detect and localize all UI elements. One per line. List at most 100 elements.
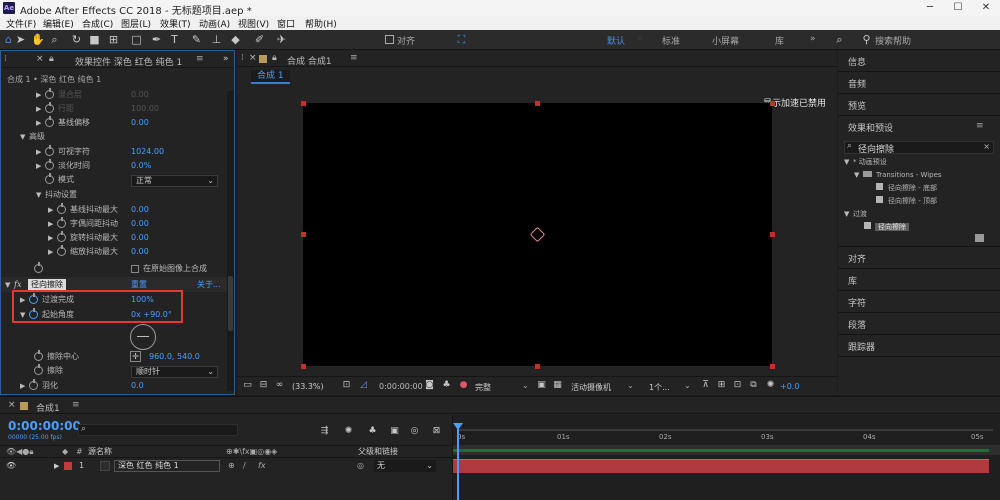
selection-tool-icon[interactable]: ➤	[14, 33, 27, 46]
tree-item-preset[interactable]: 径向擦除 - 底部	[876, 181, 937, 195]
close-tab-icon[interactable]: ×	[8, 400, 16, 410]
stopwatch-icon[interactable]	[45, 102, 54, 113]
property-row[interactable]: ▶ 字偶间距抖动	[36, 217, 118, 231]
property-value[interactable]: 0.00	[131, 203, 149, 217]
menu-help[interactable]: 帮助(H)	[305, 17, 337, 30]
fx-icon[interactable]: fx	[14, 280, 21, 289]
source-name-header[interactable]: 源名称	[88, 446, 112, 458]
layer-switch-icon[interactable]: /	[243, 459, 246, 473]
composition-tab[interactable]: 合成 合成1	[287, 54, 332, 67]
align-checkbox[interactable]	[385, 35, 394, 44]
property-row-feather[interactable]: ▶ 羽化	[20, 379, 58, 393]
parent-dropdown[interactable]: 无 ⌄	[374, 460, 436, 472]
composite-stopwatch[interactable]	[34, 262, 47, 276]
panel-character[interactable]: 字符	[848, 296, 866, 309]
expand-triangle-icon[interactable]: ▶	[54, 459, 59, 473]
stopwatch-icon[interactable]	[29, 379, 38, 390]
panel-paragraph[interactable]: 段落	[848, 318, 866, 331]
panel-menu-icon[interactable]: ≡	[196, 54, 204, 64]
panel-align[interactable]: 对齐	[848, 252, 866, 265]
work-area-bar[interactable]	[453, 449, 989, 452]
flowchart-icon[interactable]: ⧉	[747, 379, 760, 392]
comp-flowchart-tab[interactable]: 合成 1	[251, 70, 290, 84]
tree-item-preset[interactable]: 径向擦除 - 顶部	[876, 194, 937, 208]
panel-expand-icon[interactable]: »	[223, 54, 229, 64]
effects-search-input[interactable]: 径向擦除	[858, 142, 894, 155]
timeline-tab[interactable]: 合成1	[36, 401, 60, 414]
camera-tool-icon[interactable]: ■	[88, 33, 101, 46]
property-value[interactable]: 0.00	[131, 88, 149, 102]
property-row[interactable]: ▶ 基线抖动最大	[36, 203, 118, 217]
graph-editor-icon[interactable]: ⊠	[430, 425, 443, 438]
grid-icon[interactable]: ⊡	[340, 379, 353, 392]
lock-icon[interactable]: 🔒︎	[272, 53, 277, 63]
rotate-tool-icon[interactable]: ↻	[70, 33, 83, 46]
frame-blending-icon[interactable]: ▣	[388, 425, 401, 438]
panel-info[interactable]: 信息	[848, 55, 866, 68]
snap-icon[interactable]: ⛶	[455, 33, 468, 46]
property-row[interactable]: ▶ 可视字符	[36, 145, 90, 159]
property-value[interactable]: 0.00	[131, 116, 149, 130]
property-value[interactable]: 1024.00	[131, 145, 164, 159]
panel-menu-icon[interactable]: ≡	[976, 121, 984, 131]
timeline-timecode[interactable]: 0:00:00:00	[8, 419, 81, 433]
brush-tool-icon[interactable]: ✎	[190, 33, 203, 46]
scrollbar[interactable]	[227, 91, 234, 391]
property-row[interactable]: ▶ 缩放抖动最大	[36, 245, 118, 259]
stopwatch-icon[interactable]	[45, 88, 54, 99]
fast-previews-icon[interactable]: ⊞	[715, 379, 728, 392]
group-row-advanced[interactable]: ▼ 高级	[20, 130, 45, 144]
property-value[interactable]: 0.0%	[131, 159, 151, 173]
monitor-icon[interactable]: ⊟	[257, 379, 270, 392]
stopwatch-icon[interactable]	[45, 145, 54, 156]
layer-row[interactable]: 👁︎ ▶ 1 深色 红色 纯色 1 ⊕ / fx ◎ 无 ⌄	[0, 459, 452, 473]
menu-composition[interactable]: 合成(C)	[82, 17, 113, 30]
menu-edit[interactable]: 编辑(E)	[43, 17, 74, 30]
workspace-small-screen[interactable]: 小屏幕	[712, 34, 739, 47]
menu-file[interactable]: 文件(F)	[6, 17, 36, 30]
stopwatch-icon[interactable]	[57, 231, 66, 242]
layer-handle[interactable]	[535, 101, 540, 106]
hand-tool-icon[interactable]: ✋	[31, 33, 45, 46]
motion-blur-icon[interactable]: ◎	[408, 425, 421, 438]
menu-window[interactable]: 窗口	[277, 17, 295, 30]
views-dropdown[interactable]: 1个...	[649, 382, 670, 393]
workspace-library[interactable]: 库	[775, 34, 784, 47]
property-row[interactable]: ▶ 淡化时间	[36, 159, 90, 173]
resolution-dropdown[interactable]: 完整	[475, 382, 491, 393]
stopwatch-icon[interactable]	[57, 203, 66, 214]
minimize-button[interactable]: ─	[916, 0, 944, 16]
workspace-overflow-icon[interactable]: »	[810, 34, 816, 44]
angle-dial[interactable]	[130, 324, 156, 350]
eraser-tool-icon[interactable]: ◆	[229, 33, 242, 46]
effects-search-field[interactable]: ⌕ 径向擦除 ×	[844, 141, 994, 155]
mask-visibility-icon[interactable]: ◿	[357, 379, 370, 392]
clone-stamp-tool-icon[interactable]: ⊥	[210, 33, 223, 46]
always-preview-icon[interactable]: ▭	[241, 379, 254, 392]
rectangle-tool-icon[interactable]: □	[130, 33, 143, 46]
mode-dropdown[interactable]: 正常 ⌄	[131, 175, 218, 187]
stopwatch-icon[interactable]	[34, 350, 43, 361]
pen-tool-icon[interactable]: ✒	[150, 33, 163, 46]
layer-handle[interactable]	[770, 364, 775, 369]
about-link[interactable]: 关于...	[197, 278, 221, 292]
timeline-icon[interactable]: ⊡	[731, 379, 744, 392]
property-row[interactable]: ▶ 基线偏移	[36, 116, 90, 130]
layer-name[interactable]: 深色 红色 纯色 1	[114, 460, 220, 472]
layer-handle[interactable]	[301, 101, 306, 106]
parent-link-header[interactable]: 父级和链接	[358, 446, 398, 458]
layer-duration-bar[interactable]	[453, 459, 989, 473]
vr-icon[interactable]: ∞	[273, 379, 286, 392]
property-value[interactable]: 100.00	[131, 102, 159, 116]
panel-libraries[interactable]: 库	[848, 274, 857, 287]
property-row[interactable]: ▶ 混合层	[36, 88, 82, 102]
pan-behind-tool-icon[interactable]: ⊞	[107, 33, 120, 46]
zoom-dropdown[interactable]: (33.3%)	[292, 382, 324, 391]
stopwatch-icon[interactable]	[57, 245, 66, 256]
clear-search-icon[interactable]: ×	[983, 142, 990, 151]
layer-handle[interactable]	[301, 364, 306, 369]
group-row-jitter[interactable]: ▼ 抖动设置	[36, 188, 77, 202]
panel-effects-presets[interactable]: 效果和预设	[848, 121, 893, 134]
search-panel-icon[interactable]: ⌕	[833, 33, 846, 46]
property-row-wipe[interactable]: 擦除	[34, 364, 63, 378]
